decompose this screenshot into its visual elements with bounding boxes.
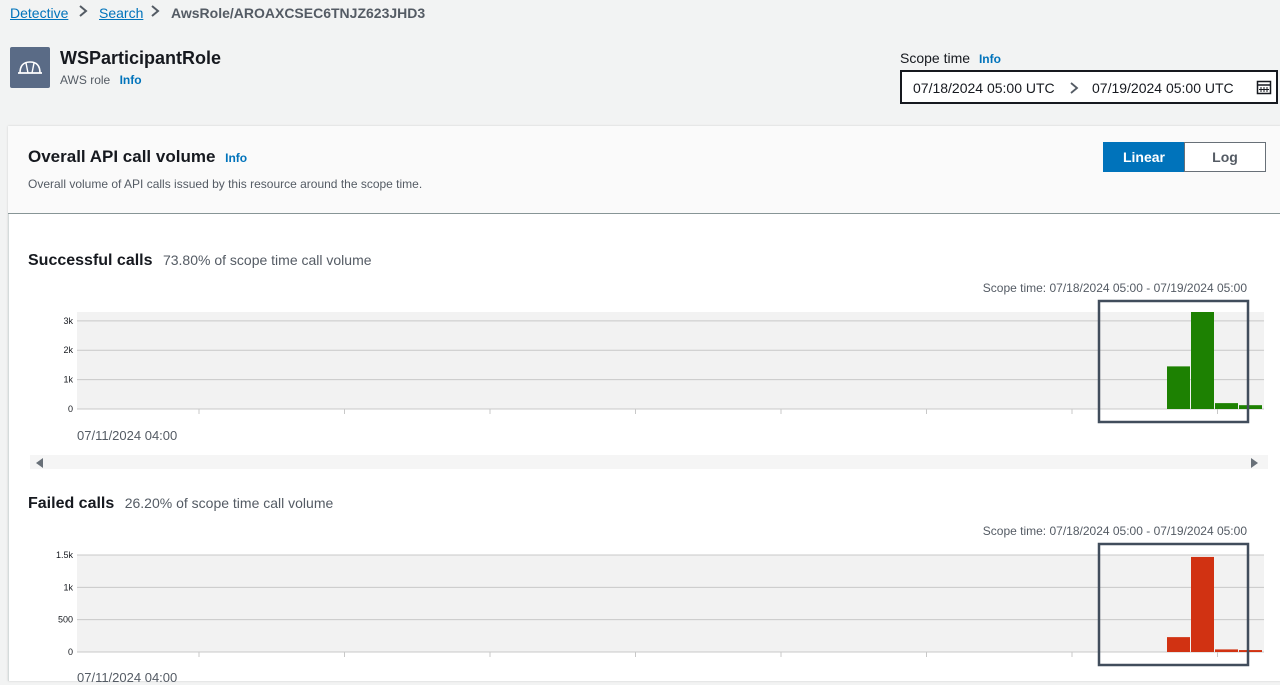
successful-bar <box>1239 405 1262 409</box>
panel-info-link[interactable]: Info <box>225 151 247 165</box>
failed-bar <box>1215 649 1238 652</box>
entity-type-label: AWS role <box>60 73 111 87</box>
successful-bar <box>1167 366 1190 409</box>
successful-plot-area <box>77 312 1264 409</box>
successful-y-tick-label: 1k <box>63 375 73 385</box>
failed-bar <box>1191 556 1214 652</box>
successful-calls-chart: 0 1k 2k 3k <box>63 299 1264 424</box>
chevron-right-icon <box>149 3 161 22</box>
calendar-icon[interactable] <box>1256 79 1272 98</box>
scope-start: 07/18/2024 05:00 UTC <box>913 80 1055 96</box>
entity-info-link[interactable]: Info <box>120 73 142 87</box>
failed-bar <box>1239 650 1262 652</box>
successful-y-tick-label: 2k <box>63 345 73 355</box>
chevron-right-icon <box>77 3 89 22</box>
successful-y-tick-label: 3k <box>63 316 73 326</box>
entity-type: AWS role Info <box>60 73 142 87</box>
failed-y-tick-label: 1k <box>63 582 73 592</box>
breadcrumb-current: AwsRole/AROAXCSEC6TNJZ623JHD3 <box>171 5 426 21</box>
successful-bar <box>1191 312 1214 409</box>
log-scale-button[interactable]: Log <box>1184 142 1266 172</box>
failed-calls-subtitle: 26.20% of scope time call volume <box>124 495 334 511</box>
scope-time-label: Scope time Info <box>900 50 1001 66</box>
panel-description: Overall volume of API calls issued by th… <box>28 177 423 191</box>
failed-calls-chart: 0 500 1k 1.5k <box>56 542 1264 667</box>
failed-plot-area <box>77 555 1264 652</box>
failed-y-tick-label: 500 <box>58 615 73 625</box>
failed-y-tick-label: 1.5k <box>56 550 74 560</box>
successful-scope-note: Scope time: 07/18/2024 05:00 - 07/19/202… <box>982 281 1247 295</box>
failed-calls-title: Failed calls <box>28 495 115 512</box>
successful-calls-heading: Successful calls 73.80% of scope time ca… <box>28 252 372 270</box>
scroll-left-icon[interactable] <box>34 456 46 474</box>
breadcrumb-search[interactable]: Search <box>99 5 143 21</box>
successful-calls-title: Successful calls <box>28 252 153 269</box>
failed-scope-note: Scope time: 07/18/2024 05:00 - 07/19/202… <box>982 524 1247 538</box>
failed-y-tick-label: 0 <box>68 647 73 657</box>
linear-scale-button[interactable]: Linear <box>1103 142 1185 172</box>
chevron-right-icon <box>1068 79 1080 100</box>
panel-title: Overall API call volume Info <box>28 147 247 167</box>
scope-time-text: Scope time <box>900 50 971 66</box>
successful-bar <box>1215 403 1238 409</box>
successful-x-label: 07/11/2024 04:00 <box>77 428 178 443</box>
scope-time-picker[interactable]: 07/18/2024 05:00 UTC 07/19/2024 05:00 UT… <box>900 70 1278 104</box>
scope-end: 07/19/2024 05:00 UTC <box>1092 80 1234 96</box>
successful-y-tick-label: 0 <box>68 404 73 414</box>
successful-calls-subtitle: 73.80% of scope time call volume <box>162 252 372 268</box>
failed-x-label: 07/11/2024 04:00 <box>77 670 178 685</box>
failed-calls-heading: Failed calls 26.20% of scope time call v… <box>28 495 333 513</box>
scroll-right-icon[interactable] <box>1248 456 1260 474</box>
breadcrumb-detective[interactable]: Detective <box>10 5 68 21</box>
failed-bar <box>1167 637 1190 652</box>
hard-hat-icon <box>10 47 50 88</box>
entity-name: WSParticipantRole <box>60 48 222 68</box>
chart-scrollbar[interactable] <box>30 455 1268 469</box>
scope-time-info-link[interactable]: Info <box>979 52 1001 66</box>
panel-title-text: Overall API call volume <box>28 147 216 166</box>
panel-header <box>8 126 1280 214</box>
